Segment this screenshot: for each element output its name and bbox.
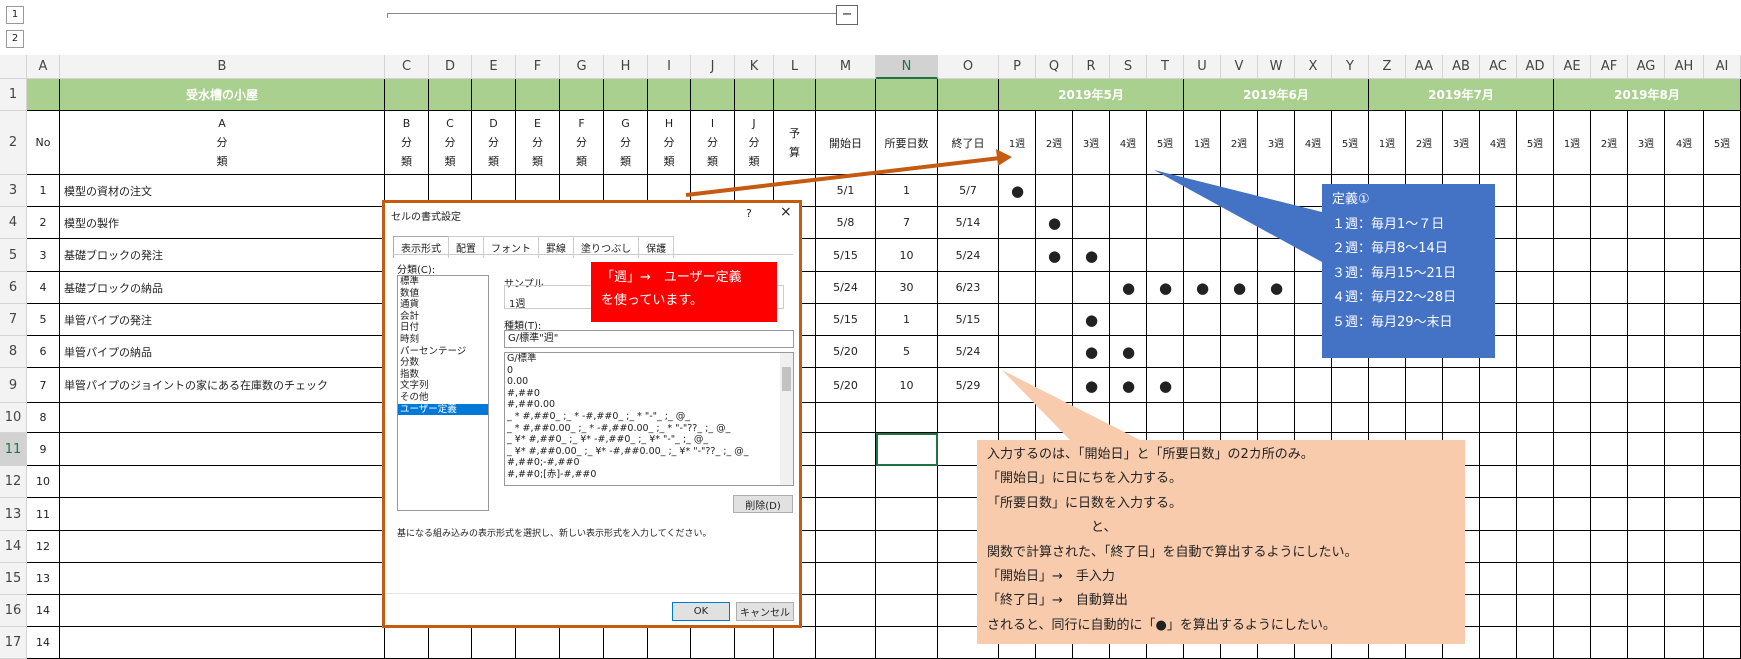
blue-callout-week-definition: 定義① １週：毎月1～７日 ２週：毎月8～14日 ３週：毎月15～21日 ４週：毎月22… xyxy=(1322,184,1495,358)
format-item[interactable]: _ ¥* #,##0_ ;_ ¥* -#,##0_ ;_ ¥* "-"_ ;_ … xyxy=(505,434,793,446)
format-item[interactable]: _ * #,##0.00_ ;_ * -#,##0.00_ ;_ * "-"??… xyxy=(505,423,793,435)
red-callout-line: を使っています。 xyxy=(601,293,704,308)
format-item[interactable]: _ ¥* #,##0.00_ ;_ ¥* -#,##0.00_ ;_ ¥* "-… xyxy=(505,446,793,458)
category-item[interactable]: 文字列 xyxy=(398,380,488,392)
peach-callout-line: 「終了日」→ 自動算出 xyxy=(987,593,1128,609)
category-label: 分類(C): xyxy=(397,265,436,276)
format-item[interactable]: #,##0;[赤]-#,##0 xyxy=(505,469,793,481)
delete-button[interactable]: 削除(D) xyxy=(733,495,793,513)
ok-button[interactable]: OK xyxy=(672,602,730,621)
orange-arrow-head xyxy=(996,149,1012,166)
blue-callout-line: ２週：毎月8～14日 xyxy=(1332,241,1448,256)
red-callout: 「週」→ ユーザー定義 を使っています。 xyxy=(591,262,777,322)
peach-callout-line: 入力するのは、「開始日」と「所要日数」の2カ所のみ。 xyxy=(987,447,1314,462)
peach-callout-line: されると、同行に自動的に「●」を算出するようにしたい。 xyxy=(987,617,1336,633)
blue-callout-pointer xyxy=(1154,170,1322,262)
sample-value: 1週 xyxy=(509,299,526,310)
hint-text: 基になる組み込みの表示形式を選択し、新しい表示形式を入力してください。 xyxy=(397,529,712,539)
peach-callout-pointer xyxy=(1002,370,1140,440)
dialog-title: セルの書式設定 xyxy=(391,212,461,223)
category-item[interactable]: 指数 xyxy=(398,369,488,381)
format-item[interactable]: #,##0 xyxy=(505,388,793,400)
type-input[interactable]: G/標準"週" xyxy=(504,330,794,348)
cancel-button[interactable]: キャンセル xyxy=(736,602,794,621)
format-list-scroll-thumb[interactable] xyxy=(782,367,791,391)
help-button[interactable]: ? xyxy=(746,207,752,220)
peach-callout-line: 関数で計算された、「終了日」を自動で算出するようにしたい。 xyxy=(987,544,1358,560)
format-item[interactable]: 0 xyxy=(505,365,793,377)
format-item[interactable]: #,##0.00 xyxy=(505,399,793,411)
format-item[interactable]: G/標準 xyxy=(505,353,793,365)
category-item[interactable]: 時刻 xyxy=(398,334,488,346)
format-item[interactable]: 0.00 xyxy=(505,376,793,388)
category-item[interactable]: その他 xyxy=(398,392,488,404)
peach-callout-line: 「開始日」に日にちを入力する。 xyxy=(987,471,1183,487)
tab-panel-border xyxy=(393,254,793,255)
category-item[interactable]: 通貨 xyxy=(398,299,488,311)
blue-callout-line: 定義① xyxy=(1332,192,1370,207)
category-item[interactable]: 日付 xyxy=(398,322,488,334)
blue-callout-line: １週：毎月1～７日 xyxy=(1332,216,1445,232)
category-item[interactable]: 標準 xyxy=(398,276,488,288)
red-callout-line: 「週」→ ユーザー定義 xyxy=(601,270,742,285)
blue-callout-line: ５週：毎月29～末日 xyxy=(1332,314,1453,330)
peach-callout-line: と、 xyxy=(987,520,1117,536)
category-list[interactable]: 標準 数値 通貨 会計 日付 時刻 パーセンテージ 分数 指数 文字列 その他 ユーザー定義 xyxy=(397,275,489,511)
blue-callout-line: ３週：毎月15～21日 xyxy=(1332,265,1457,281)
category-item[interactable]: 分数 xyxy=(398,357,488,369)
category-item[interactable]: 数値 xyxy=(398,288,488,300)
format-item[interactable]: _ * #,##0_ ;_ * -#,##0_ ;_ * "-"_ ;_ @_ xyxy=(505,411,793,423)
format-item[interactable]: #,##0;-#,##0 xyxy=(505,457,793,469)
category-item[interactable]: ユーザー定義 xyxy=(398,403,488,416)
peach-callout-line: 「開始日」→ 手入力 xyxy=(987,569,1115,585)
dialog-footer-divider xyxy=(385,593,799,594)
format-list[interactable]: G/標準 0 0.00 #,##0 #,##0.00 _ * #,##0_ ;_ * -#… xyxy=(504,352,794,486)
blue-callout-line: ４週：毎月22～28日 xyxy=(1332,290,1457,305)
category-item[interactable]: パーセンテージ xyxy=(398,346,488,358)
orange-arrow-line xyxy=(685,156,1001,197)
close-button[interactable]: × xyxy=(780,204,792,220)
category-item[interactable]: 会計 xyxy=(398,311,488,323)
peach-callout-line: 「所要日数」に日数を入力する。 xyxy=(987,495,1183,511)
peach-callout-requirements: 入力するのは、「開始日」と「所要日数」の2カ所のみ。 「開始日」に日にちを入力する… xyxy=(977,440,1465,644)
